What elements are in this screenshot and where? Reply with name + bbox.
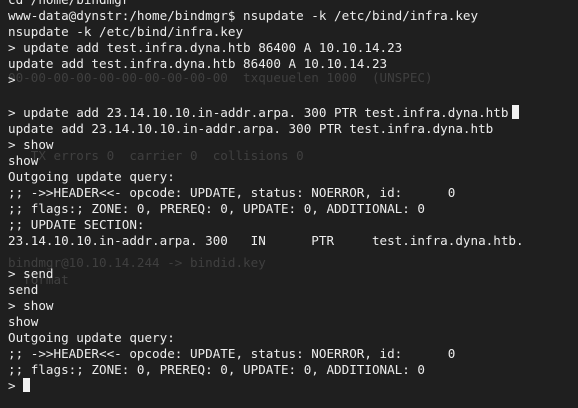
terminal-line: show (8, 313, 39, 329)
terminal-line: > (8, 72, 16, 88)
terminal-line: ;; UPDATE SECTION: (8, 217, 145, 233)
terminal-line: ;; ->>HEADER<<- opcode: UPDATE, status: … (8, 346, 456, 362)
terminal-line: update add test.infra.dyna.htb 86400 A 1… (8, 56, 388, 72)
terminal-prompt-line[interactable]: > (8, 378, 578, 394)
terminal-output: cd /home/bindmgr www-data@dynstr:/home/b… (0, 0, 578, 394)
terminal-line: cd /home/bindmgr (8, 0, 578, 8)
terminal-line: show (8, 152, 39, 168)
terminal-line: Outgoing update query: (8, 169, 175, 185)
prompt-symbol: > (8, 378, 16, 394)
terminal-line: > update add test.infra.dyna.htb 86400 A… (8, 40, 403, 56)
terminal-line: Outgoing update query: (8, 329, 175, 345)
terminal-line: 23.14.10.10.in-addr.arpa. 300 IN PTR tes… (8, 233, 524, 249)
terminal-window[interactable]: 00-00-00-00-00-00-00-00-00-00 txqueuelen… (0, 0, 578, 408)
terminal-line-text: > update add 23.14.10.10.in-addr.arpa. 3… (8, 104, 509, 120)
terminal-line: ;; ->>HEADER<<- opcode: UPDATE, status: … (8, 185, 456, 201)
terminal-cursor-icon (23, 378, 31, 393)
terminal-line: > show (8, 136, 54, 152)
terminal-line: www-data@dynstr:/home/bindmgr$ nsupdate … (8, 8, 479, 24)
terminal-line: nsupdate -k /etc/bind/infra.key (8, 24, 244, 40)
terminal-line: ;; flags:; ZONE: 0, PREREQ: 0, UPDATE: 0… (8, 201, 426, 217)
terminal-line: update add 23.14.10.10.in-addr.arpa. 300… (8, 120, 494, 136)
terminal-line: > send (8, 265, 54, 281)
terminal-line: send (8, 281, 39, 297)
terminal-line: > show (8, 297, 54, 313)
text-cursor-icon (512, 104, 520, 119)
terminal-line: ;; flags:; ZONE: 0, PREREQ: 0, UPDATE: 0… (8, 362, 426, 378)
terminal-line-with-cursor: > update add 23.14.10.10.in-addr.arpa. 3… (8, 104, 578, 121)
